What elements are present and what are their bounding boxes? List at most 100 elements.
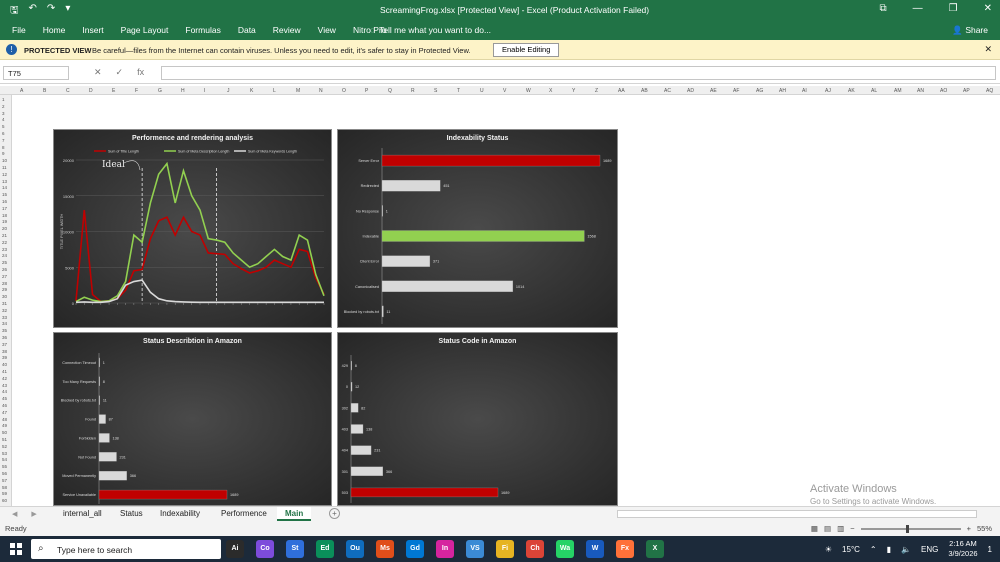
- horizontal-scrollbar[interactable]: [617, 510, 977, 518]
- network-icon[interactable]: ▮: [887, 545, 891, 554]
- column-header[interactable]: E: [112, 88, 115, 94]
- column-header[interactable]: C: [66, 88, 70, 94]
- column-header[interactable]: T: [457, 88, 460, 94]
- row-header[interactable]: 60: [2, 498, 7, 503]
- enable-editing-button[interactable]: Enable Editing: [493, 43, 560, 57]
- row-header[interactable]: 16: [2, 199, 7, 204]
- row-header[interactable]: 2: [2, 104, 5, 109]
- row-header[interactable]: 31: [2, 301, 7, 306]
- row-header[interactable]: 45: [2, 396, 7, 401]
- row-header[interactable]: 46: [2, 403, 7, 408]
- column-header[interactable]: H: [181, 88, 185, 94]
- weather-icon[interactable]: ☀: [825, 545, 832, 554]
- sheet-tab-indexability[interactable]: Indexability: [152, 507, 208, 521]
- column-header[interactable]: AL: [871, 88, 877, 94]
- column-header[interactable]: AE: [710, 88, 717, 94]
- taskbar-app-icon[interactable]: Gd: [406, 540, 424, 558]
- row-header[interactable]: 27: [2, 274, 7, 279]
- share-button[interactable]: 👤 Share: [952, 25, 988, 36]
- column-header[interactable]: AQ: [986, 88, 993, 94]
- column-header[interactable]: L: [273, 88, 276, 94]
- row-header[interactable]: 35: [2, 328, 7, 333]
- column-header[interactable]: AI: [802, 88, 807, 94]
- clock[interactable]: 2:16 AM 3/9/2026: [948, 539, 977, 559]
- column-header[interactable]: AB: [641, 88, 648, 94]
- row-header[interactable]: 11: [2, 165, 7, 170]
- column-header[interactable]: N: [319, 88, 323, 94]
- taskbar-app-icon[interactable]: W: [586, 540, 604, 558]
- column-header[interactable]: R: [411, 88, 415, 94]
- page-layout-icon[interactable]: ▤: [824, 524, 831, 533]
- row-header[interactable]: 18: [2, 213, 7, 218]
- column-header[interactable]: AK: [848, 88, 855, 94]
- prev-sheet-icon[interactable]: ◀: [12, 510, 17, 518]
- tab-formulas[interactable]: Formulas: [185, 25, 220, 35]
- taskbar-app-icon[interactable]: Ch: [526, 540, 544, 558]
- weather-temp[interactable]: 15°C: [842, 545, 860, 554]
- tab-view[interactable]: View: [318, 25, 336, 35]
- column-header[interactable]: V: [503, 88, 506, 94]
- restore-icon[interactable]: ❐: [949, 3, 958, 14]
- close-icon[interactable]: ✕: [984, 3, 992, 14]
- row-header[interactable]: 24: [2, 253, 7, 258]
- column-header[interactable]: Q: [388, 88, 392, 94]
- column-header[interactable]: AP: [963, 88, 970, 94]
- column-header[interactable]: D: [89, 88, 93, 94]
- chevron-up-icon[interactable]: ⌃: [870, 545, 877, 554]
- row-header[interactable]: 15: [2, 192, 7, 197]
- indexability-bar-chart[interactable]: Indexability Status Server Error 1689 Redi…: [337, 129, 618, 328]
- undo-icon[interactable]: ↶: [29, 3, 37, 20]
- row-header[interactable]: 51: [2, 437, 7, 442]
- row-header[interactable]: 4: [2, 117, 5, 122]
- column-header[interactable]: AG: [756, 88, 763, 94]
- tab-page-layout[interactable]: Page Layout: [121, 25, 169, 35]
- row-header[interactable]: 38: [2, 349, 7, 354]
- row-header[interactable]: 41: [2, 369, 7, 374]
- taskbar-app-icon[interactable]: Ed: [316, 540, 334, 558]
- zoom-slider[interactable]: [860, 524, 961, 533]
- column-header[interactable]: O: [342, 88, 346, 94]
- column-header[interactable]: B: [43, 88, 46, 94]
- zoom-in-icon[interactable]: +: [967, 524, 971, 533]
- sheet-tab-performence[interactable]: Performence: [213, 507, 275, 521]
- row-header[interactable]: 40: [2, 362, 7, 367]
- close-icon[interactable]: ✕: [984, 44, 992, 55]
- row-header[interactable]: 7: [2, 138, 5, 143]
- row-header[interactable]: 9: [2, 151, 5, 156]
- row-header[interactable]: 50: [2, 430, 7, 435]
- row-header[interactable]: 23: [2, 247, 7, 252]
- row-header[interactable]: 25: [2, 260, 7, 265]
- column-header[interactable]: G: [158, 88, 162, 94]
- row-header[interactable]: 13: [2, 179, 7, 184]
- column-header[interactable]: AH: [779, 88, 786, 94]
- row-header[interactable]: 5: [2, 124, 5, 129]
- row-header[interactable]: 22: [2, 240, 7, 245]
- row-header[interactable]: 1: [2, 97, 5, 102]
- row-header[interactable]: 34: [2, 321, 7, 326]
- next-sheet-icon[interactable]: ▶: [31, 510, 36, 518]
- customize-qat-icon[interactable]: ▾: [65, 3, 70, 20]
- row-header[interactable]: 14: [2, 185, 7, 190]
- tab-file[interactable]: File: [12, 25, 26, 35]
- row-header[interactable]: 28: [2, 281, 7, 286]
- formula-input[interactable]: [161, 66, 996, 80]
- row-header[interactable]: 55: [2, 464, 7, 469]
- column-header[interactable]: AD: [687, 88, 694, 94]
- column-header[interactable]: AJ: [825, 88, 831, 94]
- column-header[interactable]: M: [296, 88, 300, 94]
- row-header[interactable]: 12: [2, 172, 7, 177]
- tab-insert[interactable]: Insert: [82, 25, 103, 35]
- row-header[interactable]: 29: [2, 287, 7, 292]
- taskbar-app-icon[interactable]: Ms: [376, 540, 394, 558]
- row-header[interactable]: 43: [2, 383, 7, 388]
- column-header[interactable]: A: [20, 88, 23, 94]
- column-header[interactable]: I: [204, 88, 205, 94]
- row-header[interactable]: 57: [2, 478, 7, 483]
- column-header[interactable]: U: [480, 88, 484, 94]
- tab-home[interactable]: Home: [43, 25, 66, 35]
- tab-review[interactable]: Review: [273, 25, 301, 35]
- taskbar-app-icon[interactable]: St: [286, 540, 304, 558]
- enter-icon[interactable]: ✓: [116, 67, 124, 78]
- row-header[interactable]: 48: [2, 417, 7, 422]
- row-header[interactable]: 36: [2, 335, 7, 340]
